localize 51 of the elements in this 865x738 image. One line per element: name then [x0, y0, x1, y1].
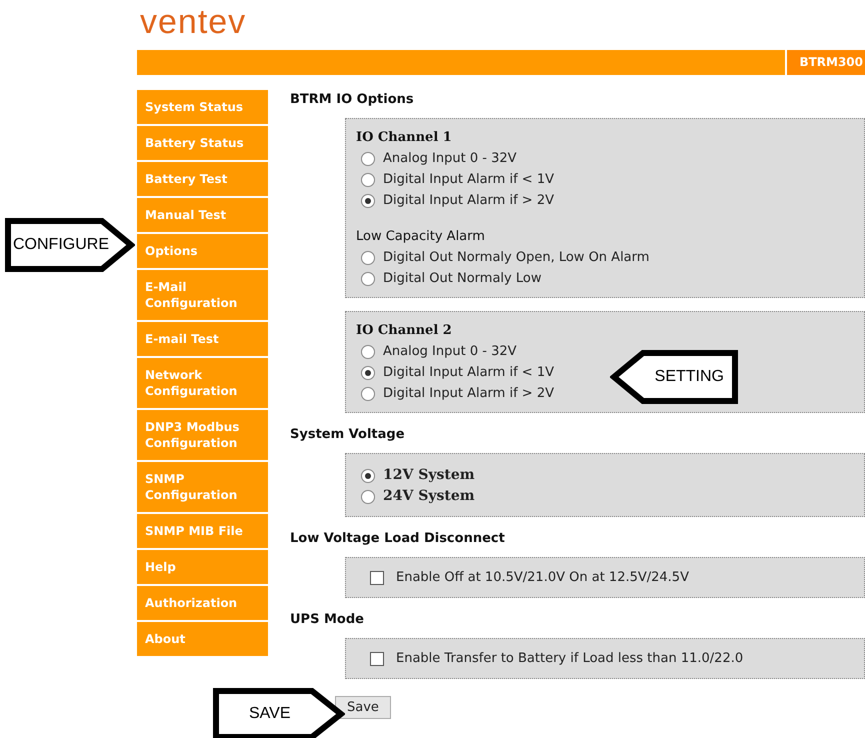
radio-button[interactable] — [361, 490, 375, 504]
callout-arrow: SAVE — [213, 688, 345, 738]
model-label: BTRM300 — [785, 50, 865, 75]
radio-button[interactable] — [361, 194, 375, 208]
radio-button[interactable] — [361, 344, 375, 358]
nav-item[interactable]: Network Configuration — [137, 358, 268, 408]
logo: ventev — [140, 2, 246, 42]
group-title: IO Channel 2 — [356, 322, 453, 340]
callout-arrow: CONFIGURE — [5, 218, 135, 272]
radio-button[interactable] — [361, 468, 375, 482]
option-label: Digital Out Normaly Low — [383, 270, 542, 288]
section-heading: UPS Mode — [290, 611, 365, 629]
option-label: Digital Input Alarm if > 2V — [383, 385, 554, 403]
option-label: Digital Input Alarm if > 2V — [383, 192, 554, 210]
option-label: 12V System — [383, 466, 475, 485]
nav-item[interactable]: E-Mail Configuration — [137, 270, 268, 320]
nav-item[interactable]: DNP3 Modbus Configuration — [137, 410, 268, 460]
nav-item[interactable]: Help — [137, 550, 268, 584]
option-label: Analog Input 0 - 32V — [383, 150, 517, 168]
checkbox[interactable] — [370, 570, 384, 584]
option-label: Enable Off at 10.5V/21.0V On at 12.5V/24.5V — [396, 569, 689, 587]
section-heading: BTRM IO Options — [290, 91, 415, 109]
nav-item[interactable]: Options — [137, 234, 268, 268]
section-heading: System Voltage — [290, 426, 406, 444]
nav-item[interactable]: E-mail Test — [137, 322, 268, 356]
callout-arrow: SETTING — [610, 350, 738, 404]
radio-button[interactable] — [361, 366, 375, 380]
section-heading: Low Voltage Load Disconnect — [290, 530, 506, 548]
radio-button[interactable] — [361, 250, 375, 264]
nav-item[interactable]: Battery Status — [137, 126, 268, 160]
radio-button[interactable] — [361, 272, 375, 286]
radio-button[interactable] — [361, 152, 375, 166]
nav-item[interactable]: System Status — [137, 90, 268, 124]
option-label: Digital Input Alarm if < 1V — [383, 364, 554, 382]
nav-item[interactable]: SNMP Configuration — [137, 462, 268, 512]
option-label: Digital Out Normaly Open, Low On Alarm — [383, 249, 650, 267]
group-title: IO Channel 1 — [356, 129, 453, 147]
nav-item[interactable]: Manual Test — [137, 198, 268, 232]
nav-item[interactable]: Battery Test — [137, 162, 268, 196]
group-title: Low Capacity Alarm — [356, 228, 486, 246]
option-label: Digital Input Alarm if < 1V — [383, 171, 554, 189]
nav-item[interactable]: Authorization — [137, 586, 268, 620]
option-label: Analog Input 0 - 32V — [383, 343, 517, 361]
radio-button[interactable] — [361, 386, 375, 400]
checkbox[interactable] — [370, 652, 384, 666]
option-label: 24V System — [383, 487, 475, 506]
option-label: Enable Transfer to Battery if Load less than 11.0/22.0 — [396, 650, 744, 668]
radio-button[interactable] — [361, 172, 375, 186]
nav-item[interactable]: SNMP MIB File — [137, 514, 268, 548]
save-button[interactable]: Save — [335, 696, 391, 719]
nav-item[interactable]: About — [137, 622, 268, 656]
